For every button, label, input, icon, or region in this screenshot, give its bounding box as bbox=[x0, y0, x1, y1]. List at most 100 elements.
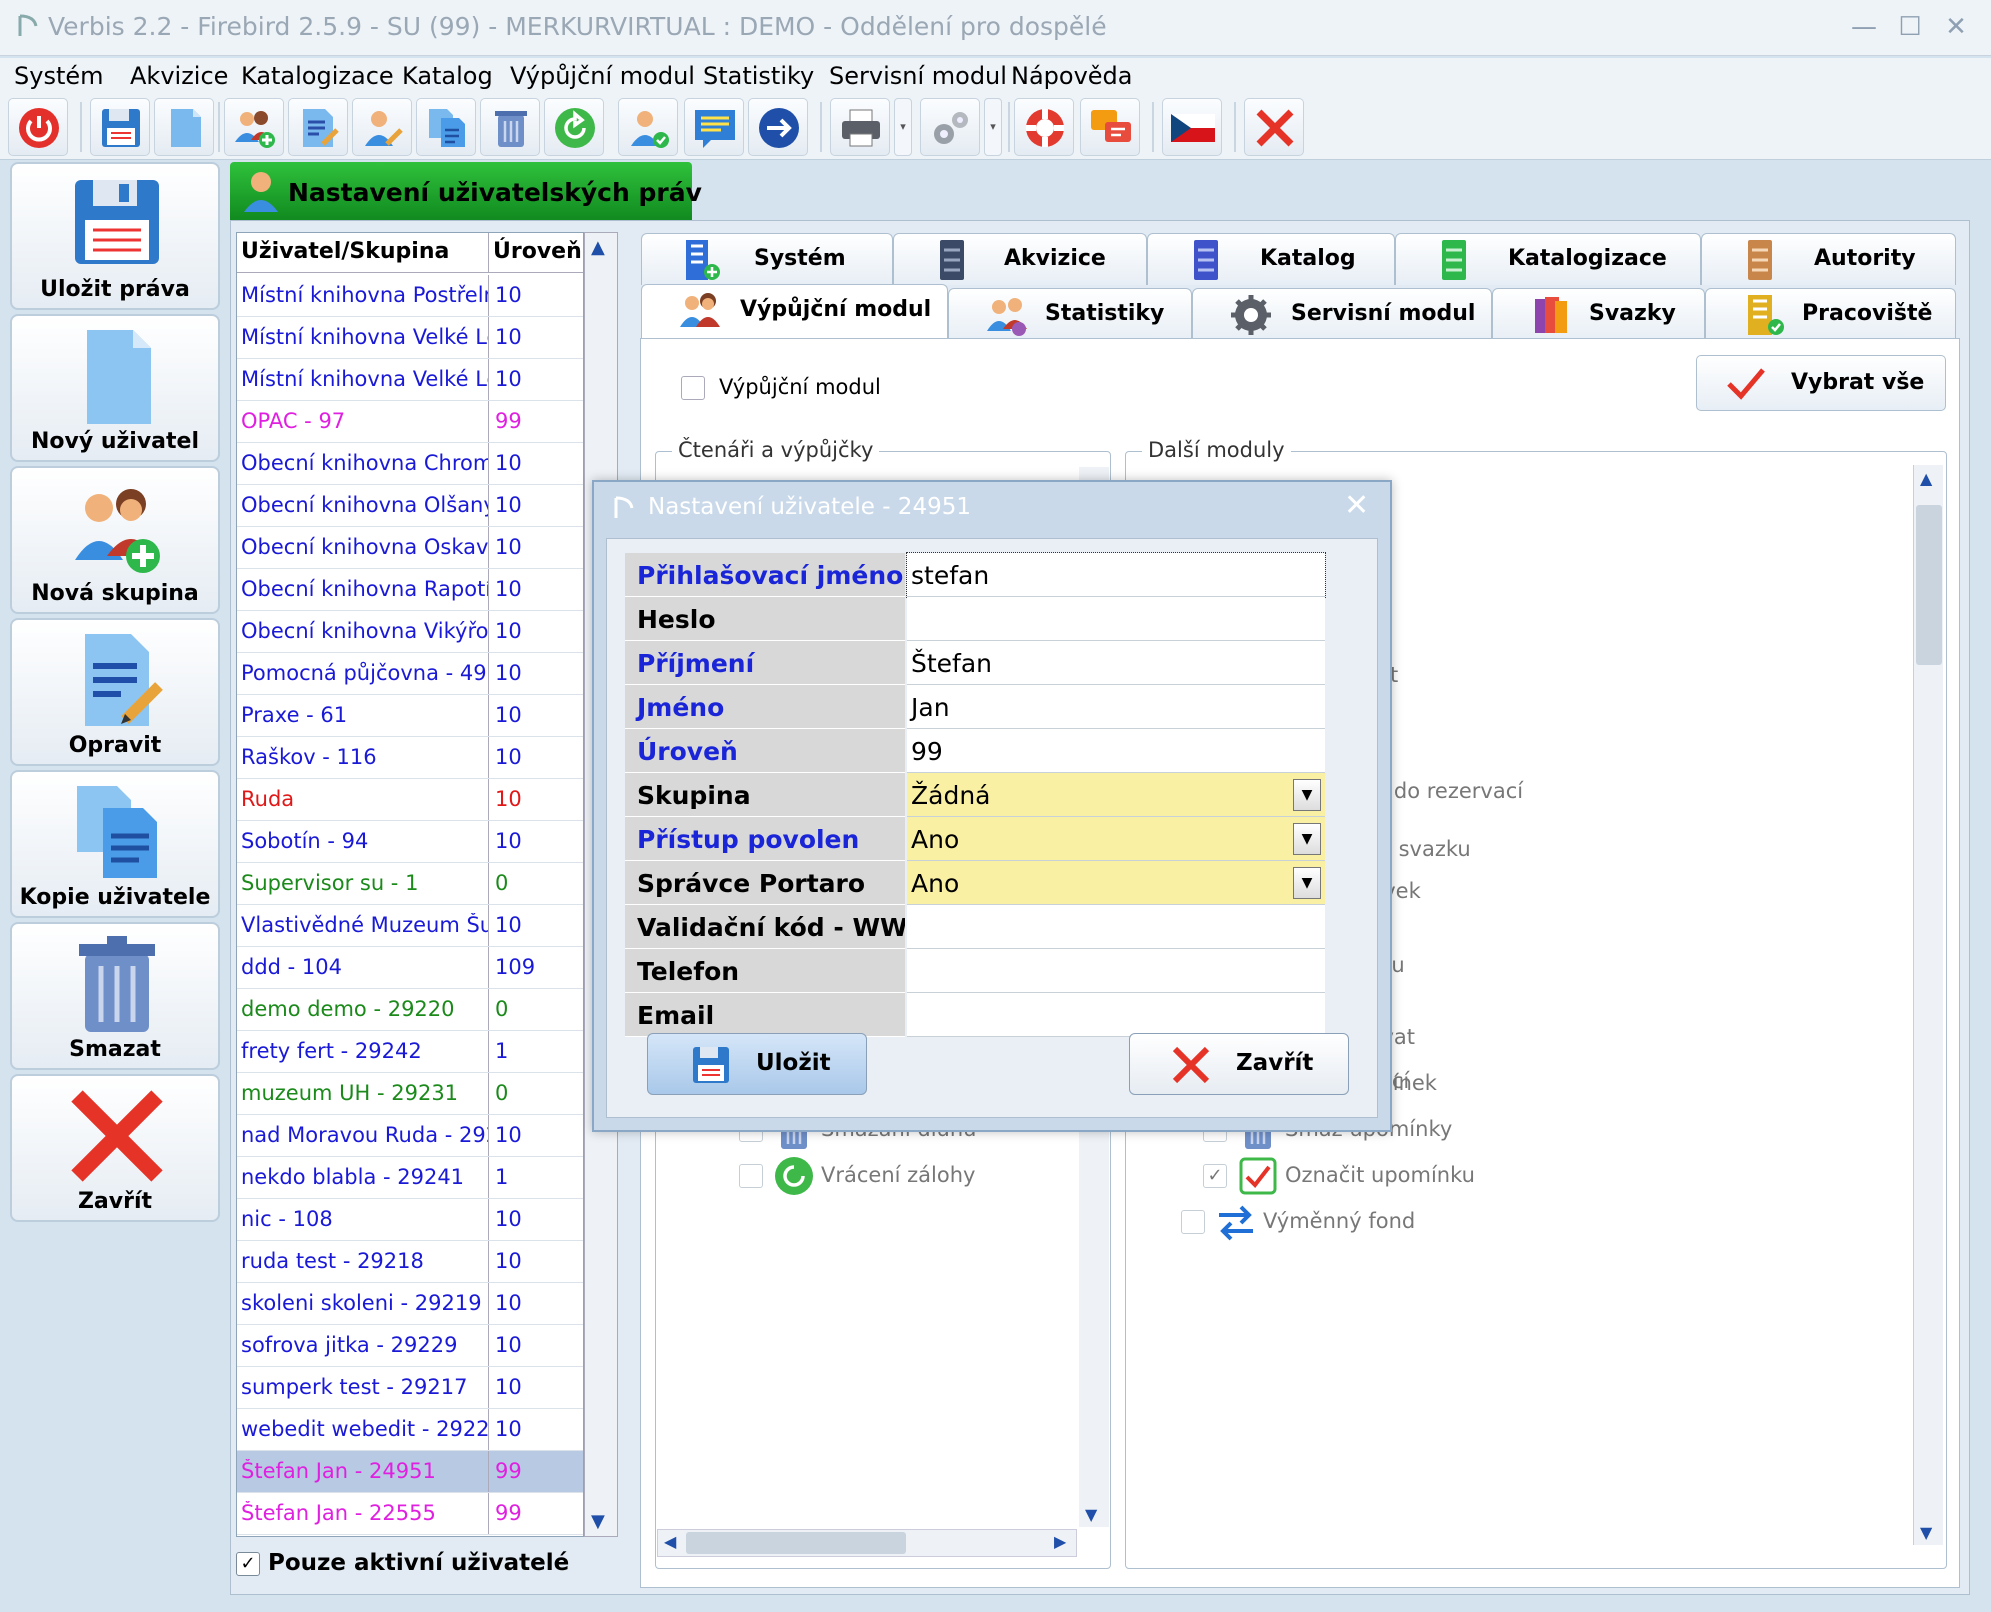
menu-statistiky[interactable]: Statistiky bbox=[703, 62, 814, 90]
tab-svazky[interactable]: Svazky bbox=[1492, 288, 1705, 340]
table-row[interactable]: sofrova jitka - 29229 10 bbox=[237, 1325, 583, 1367]
scroll-right-arrow[interactable]: ▶ bbox=[1054, 1532, 1066, 1551]
tab-system[interactable]: Systém bbox=[641, 233, 893, 285]
tab-statistiky[interactable]: Statistiky bbox=[948, 288, 1192, 340]
next-toolbar-button[interactable] bbox=[748, 98, 808, 156]
table-row[interactable]: muzeum UH - 29231 0 bbox=[237, 1073, 583, 1115]
menu-katalogizace[interactable]: Katalogizace bbox=[241, 62, 394, 90]
message-toolbar-button[interactable] bbox=[684, 98, 744, 156]
field-value[interactable] bbox=[907, 993, 1325, 1037]
table-row[interactable]: Místní knihovna Velké Losi 10 bbox=[237, 317, 583, 359]
tab-vypujcni-modul[interactable]: Výpůjční modul bbox=[641, 284, 948, 342]
field-value[interactable]: Jan bbox=[907, 685, 1325, 729]
perm-item[interactable]: Výměnný fond bbox=[1181, 1201, 1415, 1243]
menu-servisni-modul[interactable]: Servisní modul bbox=[829, 62, 1007, 90]
menu-napoveda[interactable]: Nápověda bbox=[1011, 62, 1133, 90]
exit-toolbar-button[interactable] bbox=[1244, 98, 1304, 156]
table-row[interactable]: Obecní knihovna Chromeč 10 bbox=[237, 443, 583, 485]
settings-toolbar-button[interactable] bbox=[920, 98, 980, 156]
print-dropdown[interactable]: ▾ bbox=[894, 98, 912, 156]
field-value[interactable]: Žádná bbox=[907, 773, 1325, 817]
hscroll-thumb[interactable] bbox=[686, 1532, 906, 1554]
table-row[interactable]: frety fert - 29242 1 bbox=[237, 1031, 583, 1073]
print-toolbar-button[interactable] bbox=[830, 98, 890, 156]
checkbox-mark[interactable]: ✓ bbox=[236, 1551, 260, 1576]
field-value[interactable]: Ano bbox=[907, 817, 1325, 861]
dialog-close-icon[interactable]: ✕ bbox=[1344, 488, 1369, 523]
table-row[interactable]: Obecní knihovna Rapotín 10 bbox=[237, 569, 583, 611]
add-group-toolbar-button[interactable] bbox=[224, 98, 284, 156]
tab-autority[interactable]: Autority bbox=[1701, 233, 1956, 285]
new-user-button[interactable]: Nový uživatel bbox=[10, 314, 220, 462]
power-button[interactable] bbox=[8, 98, 68, 156]
field-value[interactable] bbox=[907, 949, 1325, 993]
scroll-down-arrow[interactable]: ▼ bbox=[591, 1511, 605, 1532]
table-row[interactable]: skoleni skoleni - 29219 10 bbox=[237, 1283, 583, 1325]
select-all-button[interactable]: Vybrat vše bbox=[1696, 355, 1946, 411]
user-check-toolbar-button[interactable] bbox=[618, 98, 678, 156]
save-rights-button[interactable]: Uložit práva bbox=[10, 162, 220, 310]
table-row[interactable]: sumperk test - 29217 10 bbox=[237, 1367, 583, 1409]
scroll-thumb[interactable] bbox=[1916, 505, 1942, 665]
perm-checkbox[interactable] bbox=[1181, 1210, 1205, 1234]
field-value[interactable] bbox=[907, 905, 1325, 949]
table-row[interactable]: OPAC - 97 99 bbox=[237, 401, 583, 443]
table-row[interactable]: Vlastivědné Muzeum Šump 10 bbox=[237, 905, 583, 947]
table-row[interactable]: Místní knihovna Postřelmc 10 bbox=[237, 275, 583, 317]
table-row[interactable]: Místní knihovna Velké Losi 10 bbox=[237, 359, 583, 401]
save-toolbar-button[interactable] bbox=[90, 98, 150, 156]
table-row[interactable]: ruda test - 29218 10 bbox=[237, 1241, 583, 1283]
field-value[interactable]: stefan bbox=[906, 552, 1326, 598]
delete-toolbar-button[interactable] bbox=[480, 98, 540, 156]
dialog-close-button[interactable]: Zavřít bbox=[1129, 1033, 1349, 1095]
table-row[interactable]: nekdo blabla - 29241 1 bbox=[237, 1157, 583, 1199]
column-header-level[interactable]: Úroveň bbox=[489, 233, 583, 273]
tab-servisni-modul[interactable]: Servisní modul bbox=[1192, 288, 1492, 340]
module-checkbox[interactable]: Výpůjční modul bbox=[681, 375, 881, 400]
dropdown-arrow-icon[interactable]: ▼ bbox=[1293, 779, 1321, 811]
dropdown-arrow-icon[interactable]: ▼ bbox=[1293, 823, 1321, 855]
new-doc-toolbar-button[interactable] bbox=[154, 98, 214, 156]
minimize-button[interactable]: — bbox=[1846, 12, 1882, 44]
table-row[interactable]: webedit webedit - 29221 10 bbox=[237, 1409, 583, 1451]
tab-akvizice[interactable]: Akvizice bbox=[893, 233, 1147, 285]
tab-pracoviste[interactable]: Pracoviště bbox=[1705, 288, 1956, 340]
copy-toolbar-button[interactable] bbox=[416, 98, 476, 156]
table-row[interactable]: Štefan Jan - 22555 99 bbox=[237, 1493, 583, 1535]
table-row[interactable]: Obecní knihovna Vikýřovic10 bbox=[237, 611, 583, 653]
table-row[interactable]: Obecní knihovna Oskava 10 bbox=[237, 527, 583, 569]
field-value[interactable]: 99 bbox=[907, 729, 1325, 773]
delete-button[interactable]: Smazat bbox=[10, 922, 220, 1070]
settings-dropdown[interactable]: ▾ bbox=[984, 98, 1002, 156]
table-row[interactable]: ddd - 104 109 bbox=[237, 947, 583, 989]
table-row[interactable]: Obecní knihovna Olšany -10 bbox=[237, 485, 583, 527]
menu-vypujcni-modul[interactable]: Výpůjční modul bbox=[510, 62, 695, 90]
table-row[interactable]: Supervisor su - 1 0 bbox=[237, 863, 583, 905]
edit-toolbar-button[interactable] bbox=[288, 98, 348, 156]
field-value[interactable]: Štefan bbox=[907, 641, 1325, 685]
table-row[interactable]: Štefan Jan - 24951 99 bbox=[237, 1451, 583, 1493]
tab-katalogizace[interactable]: Katalogizace bbox=[1395, 233, 1701, 285]
scroll-down-arrow[interactable]: ▼ bbox=[1085, 1505, 1097, 1524]
table-row[interactable]: Sobotín - 94 10 bbox=[237, 821, 583, 863]
column-header-user[interactable]: Uživatel/Skupina bbox=[237, 233, 489, 273]
table-row[interactable]: nad Moravou Ruda - 2923 10 bbox=[237, 1115, 583, 1157]
dialog-save-button[interactable]: Uložit bbox=[647, 1033, 867, 1095]
module-checkbox-box[interactable] bbox=[681, 376, 705, 400]
menu-katalog[interactable]: Katalog bbox=[402, 62, 493, 90]
table-row[interactable]: Raškov - 116 10 bbox=[237, 737, 583, 779]
other-modules-scrollbar[interactable]: ▲ ▼ bbox=[1913, 465, 1943, 1545]
dropdown-arrow-icon[interactable]: ▼ bbox=[1293, 867, 1321, 899]
perm-checkbox[interactable] bbox=[739, 1164, 763, 1188]
edit-button[interactable]: Opravit bbox=[10, 618, 220, 766]
table-row[interactable]: nic - 108 10 bbox=[237, 1199, 583, 1241]
scroll-down-arrow[interactable]: ▼ bbox=[1920, 1523, 1932, 1542]
menu-system[interactable]: Systém bbox=[14, 62, 104, 90]
tab-katalog[interactable]: Katalog bbox=[1147, 233, 1395, 285]
perm-item[interactable]: ✓ Označit upomínku bbox=[1203, 1155, 1475, 1197]
close-window-button[interactable]: ✕ bbox=[1938, 12, 1974, 44]
scroll-left-arrow[interactable]: ◀ bbox=[664, 1532, 676, 1551]
table-row[interactable]: Pomocná půjčovna - 49 10 bbox=[237, 653, 583, 695]
copy-user-button[interactable]: Kopie uživatele bbox=[10, 770, 220, 918]
perm-checkbox[interactable]: ✓ bbox=[1203, 1164, 1227, 1188]
